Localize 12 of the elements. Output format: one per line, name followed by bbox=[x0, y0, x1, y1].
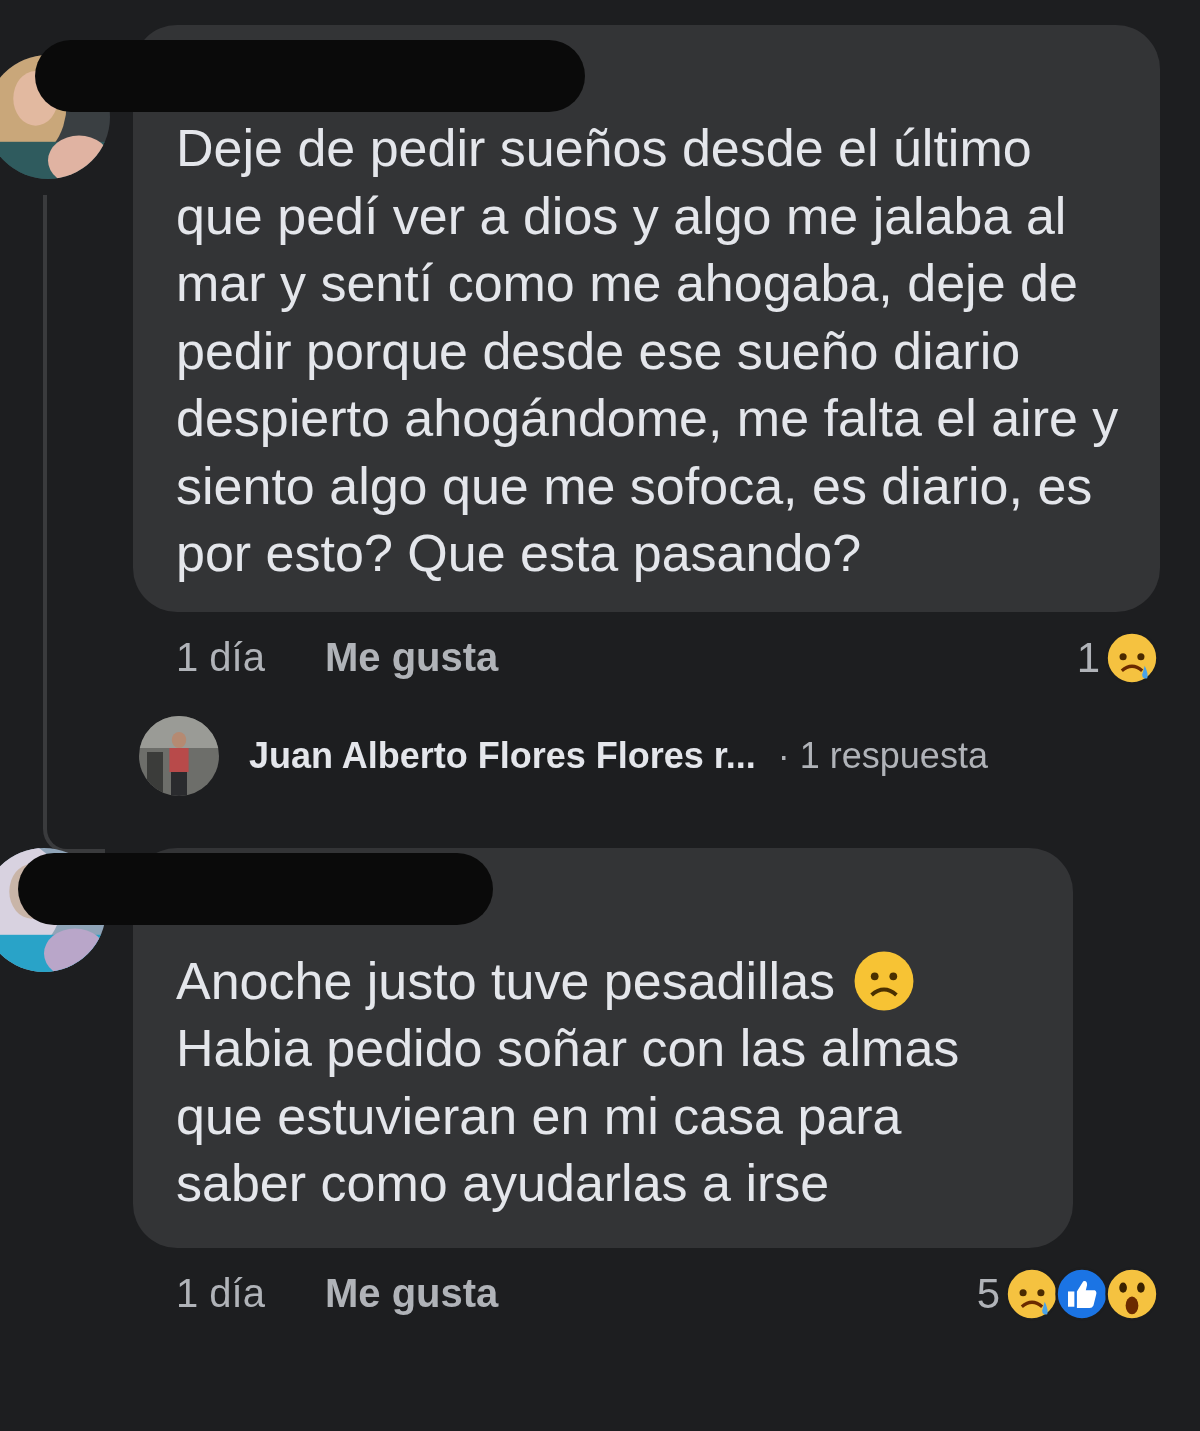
comment-text: Deje de pedir sueños desde el último que pedí ver a dios y algo me jalaba al mar y sentí como me ahogaba, deje de pedir porque desde ese sueño diario despierto ahogándome, me falta el aire y siento algo que me sofoca, es diario, es por esto? Que esta pasando? bbox=[176, 118, 1120, 584]
comment-time: 1 día bbox=[176, 635, 265, 680]
frown-emoji-icon bbox=[853, 950, 916, 1013]
reaction-count: 5 bbox=[976, 1269, 1000, 1318]
comment-text: Habia pedido soñar con las almas que estuvieran en mi casa para saber como ayudarlas a irse bbox=[176, 1018, 961, 1214]
reply-author-link[interactable]: Juan Alberto Flores Flores r... bbox=[249, 734, 756, 777]
like-link[interactable]: Me gusta bbox=[324, 635, 499, 680]
replies-link[interactable]: · 1 respuesta bbox=[777, 734, 988, 777]
like-link[interactable]: Me gusta bbox=[324, 1271, 499, 1316]
reaction-count: 1 bbox=[1076, 633, 1100, 682]
comment-text: Anoche justo tuve pesadillas bbox=[176, 950, 836, 1012]
comment-time: 1 día bbox=[176, 1271, 265, 1316]
